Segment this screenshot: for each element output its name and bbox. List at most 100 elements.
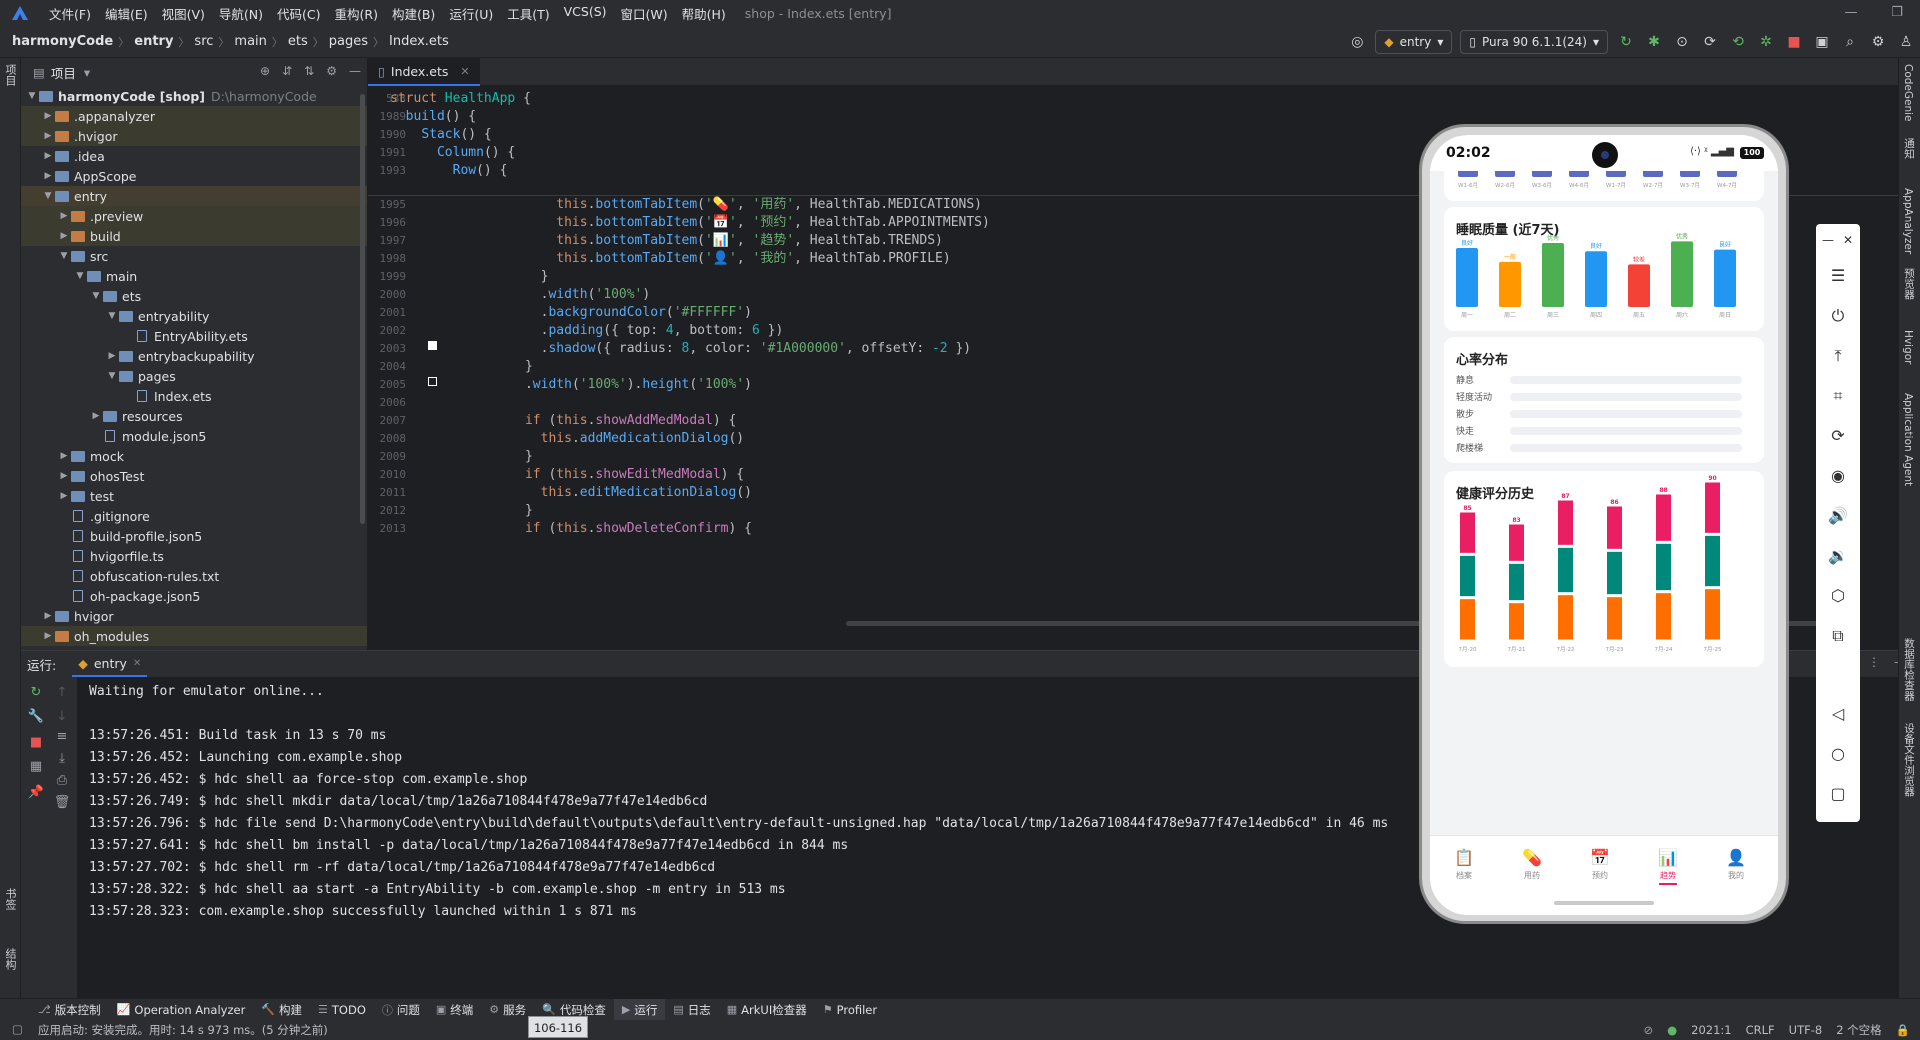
tab-log[interactable]: ▤ 日志 [665, 999, 718, 1021]
tree-item[interactable]: ▶ .idea [21, 146, 367, 166]
chevron-right-icon[interactable]: ▶ [57, 231, 71, 241]
breadcrumb-item[interactable]: Index.ets [389, 34, 449, 49]
close-icon[interactable]: ✕ [133, 658, 141, 669]
volume-down-icon[interactable]: 🔉 [1826, 544, 1850, 568]
close-icon[interactable]: ✕ [460, 65, 469, 78]
chevron-right-icon[interactable]: ▶ [57, 491, 71, 501]
chevron-down-icon[interactable]: ▼ [105, 311, 119, 321]
chevron-down-icon[interactable]: ▾ [84, 65, 90, 80]
breadcrumb-item[interactable]: entry [134, 34, 173, 49]
line-separator[interactable]: CRLF [1746, 1023, 1775, 1037]
right-tool-tab[interactable]: Hvigor [1902, 330, 1914, 364]
bookmarks-tool-tab[interactable]: 书签 [2, 888, 18, 910]
chevron-down-icon[interactable]: ▼ [57, 251, 71, 261]
chevron-right-icon[interactable]: ▶ [57, 471, 71, 481]
run-tab-entry[interactable]: ◆ entry ✕ [72, 651, 148, 677]
menu-item[interactable]: 运行(U) [442, 4, 500, 23]
run-config-select[interactable]: ◆ entry ▾ [1375, 30, 1453, 54]
tree-item[interactable]: oh-package.json5 [21, 586, 367, 606]
search-icon[interactable]: ⌕ [1838, 30, 1862, 54]
wrench-icon[interactable]: 🔧 [25, 709, 47, 729]
menu-item[interactable]: 编辑(E) [98, 4, 155, 23]
tree-item[interactable]: .gitignore [21, 506, 367, 526]
menu-icon[interactable]: ☰ [1826, 264, 1850, 288]
tree-item[interactable]: obfuscation-rules.txt [21, 566, 367, 586]
indent-setting[interactable]: 2 个空格 [1836, 1022, 1881, 1038]
panel-options-icon[interactable]: ⋮ [1868, 655, 1880, 669]
device-manager-icon[interactable]: ▣ [1810, 30, 1834, 54]
locate-icon[interactable]: ◎ [1345, 30, 1369, 54]
menu-item[interactable]: 视图(V) [155, 4, 212, 23]
code-line[interactable]: if (this.showDeleteConfirm) { [478, 518, 752, 540]
rerun-icon[interactable]: ↻ [25, 685, 47, 705]
code-line[interactable]: .shadow({ radius: 8, color: '#1A000000',… [478, 338, 972, 360]
tree-item[interactable]: ▶ test [21, 486, 367, 506]
locate-file-icon[interactable]: ⊕ [260, 64, 270, 78]
home-icon[interactable]: ○ [1826, 742, 1850, 766]
menu-item[interactable]: 导航(N) [212, 4, 270, 23]
tree-item[interactable]: ▼ entryability [21, 306, 367, 326]
pin-icon[interactable]: 📌 [25, 785, 47, 805]
screenshot-icon[interactable]: ⧉ [1826, 624, 1850, 648]
tree-item[interactable]: ▶ AppScope [21, 166, 367, 186]
chevron-right-icon[interactable]: ▶ [41, 151, 55, 161]
right-tool-tab[interactable]: CodeGenie [1902, 64, 1914, 122]
chevron-down-icon[interactable]: ▼ [89, 291, 103, 301]
rerun-icon[interactable]: ↻ [1614, 30, 1638, 54]
menu-item[interactable]: 文件(F) [42, 4, 98, 23]
tree-item[interactable]: build-profile.json5 [21, 526, 367, 546]
tree-item[interactable]: ▶ .preview [21, 206, 367, 226]
profile-icon[interactable]: ⊙ [1670, 30, 1694, 54]
collapse-all-icon[interactable]: ⇅ [304, 64, 314, 78]
menu-item[interactable]: 重构(R) [328, 4, 385, 23]
tab-run[interactable]: ▶ 运行 [613, 998, 666, 1021]
breadcrumb-item[interactable]: pages [329, 34, 368, 49]
panel-settings-icon[interactable]: ⚙ [326, 64, 337, 78]
tree-item[interactable]: ▶ resources [21, 406, 367, 426]
chevron-down-icon[interactable]: ▼ [25, 91, 39, 101]
tree-item[interactable]: ▶ .hvigor [21, 126, 367, 146]
crop-icon[interactable]: ⌗ [1826, 384, 1850, 408]
tree-item[interactable]: ▶ oh_modules [21, 626, 367, 646]
tree-item[interactable]: EntryAbility.ets [21, 326, 367, 346]
tab-services[interactable]: ⚙ 服务 [481, 999, 534, 1021]
record-icon[interactable]: ◉ [1826, 464, 1850, 488]
file-encoding[interactable]: UTF-8 [1789, 1023, 1823, 1037]
close-icon[interactable]: ✕ [1840, 228, 1856, 252]
chevron-right-icon[interactable]: ▶ [105, 351, 119, 361]
device-select[interactable]: ▯ Pura 90 6.1.1(24) ▾ [1460, 30, 1608, 54]
restore-icon[interactable]: ❐ [1874, 0, 1920, 26]
minimize-icon[interactable]: — [1828, 0, 1874, 26]
hide-panel-icon[interactable]: — [349, 64, 361, 78]
right-tool-tab[interactable]: AppAnalyzer [1902, 188, 1914, 254]
tab-index-ets[interactable]: ▯ Index.ets ✕ [368, 58, 480, 86]
debug-icon[interactable]: ✱ [1642, 30, 1666, 54]
color-swatch-white[interactable] [428, 341, 437, 350]
tree-item[interactable]: module.json5 [21, 426, 367, 446]
back-icon[interactable]: ◁ [1826, 702, 1850, 726]
fold-icon[interactable]: ⬡ [1826, 584, 1850, 608]
phone-tab[interactable]: 📋 档案 [1439, 848, 1489, 881]
chevron-right-icon[interactable]: ▶ [89, 411, 103, 421]
scroll-to-end-icon[interactable]: ⤓ [51, 751, 73, 771]
rotate-icon[interactable]: ⟳ [1826, 424, 1850, 448]
right-tool-tab[interactable]: 通知 [1902, 138, 1917, 159]
tab-profiler[interactable]: ⚑ Profiler [815, 999, 885, 1021]
menu-item[interactable]: 窗口(W) [614, 4, 675, 23]
stop-icon[interactable]: ■ [1782, 30, 1806, 54]
breadcrumb-item[interactable]: main [234, 34, 266, 49]
chevron-right-icon[interactable]: ▶ [41, 131, 55, 141]
phone-screen[interactable]: 02:02 ⟨·⟩ ᵡ ▂▄▆ 100 W1-6月W2-6月67.8W3-6月6… [1430, 135, 1778, 915]
volume-up-icon[interactable]: 🔊 [1826, 504, 1850, 528]
tree-item[interactable]: ▶ build [21, 226, 367, 246]
tab-arkui-inspector[interactable]: ▦ ArkUI检查器 [719, 999, 815, 1021]
structure-tool-tab[interactable]: 结构 [2, 948, 18, 970]
apply-changes-icon[interactable]: ⟳ [1698, 30, 1722, 54]
soft-wrap-icon[interactable]: ≡ [51, 729, 73, 749]
tree-item[interactable]: ▶ mock [21, 446, 367, 466]
tree-item[interactable]: ▼ main [21, 266, 367, 286]
lock-icon[interactable]: 🔒 [1896, 1023, 1910, 1037]
tree-item[interactable]: ▶ .appanalyzer [21, 106, 367, 126]
trash-icon[interactable]: 🗑 [51, 795, 73, 815]
scroll-up-icon[interactable]: ↑ [51, 685, 73, 705]
